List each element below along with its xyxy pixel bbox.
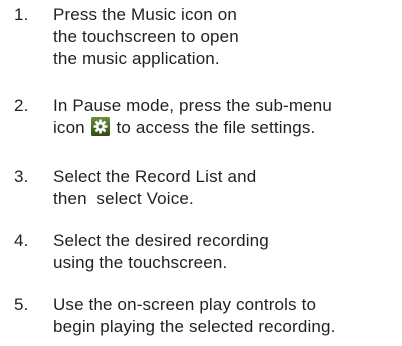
step-number: 5.	[14, 295, 29, 314]
step-text-line: Use the on-screen play controls to	[53, 295, 317, 314]
step-text-line: In Pause mode, press the sub-menu	[53, 96, 332, 115]
step-text-line: the touchscreen to open	[53, 27, 239, 46]
step-number: 4.	[14, 231, 29, 250]
step-text: Select the Record List and then select V…	[53, 166, 398, 210]
step-text-line-with-icon: icon to access the file settings.	[53, 117, 398, 139]
step-text: Use the on-screen play controls to begin…	[53, 294, 398, 338]
step-text-line: using the touchscreen.	[53, 253, 228, 272]
step-text-line: Select the desired recording	[53, 231, 269, 250]
settings-gear-icon	[90, 117, 110, 136]
step-number: 3.	[14, 167, 29, 186]
step-text-line: then select Voice.	[53, 189, 194, 208]
step-text: In Pause mode, press the sub-menu icon t…	[53, 95, 398, 139]
step-text-line: Select the Record List and	[53, 167, 257, 186]
step-text-line: Press the Music icon on	[53, 5, 237, 24]
step-number: 1.	[14, 5, 29, 24]
step-text: Press the Music icon on the touchscreen …	[53, 4, 398, 70]
step-text-line: the music application.	[53, 49, 220, 68]
step-text: Select the desired recording using the t…	[53, 230, 398, 274]
step-text-line: begin playing the selected recording.	[53, 317, 336, 336]
step-text-fragment: to access the file settings.	[116, 118, 316, 137]
step-number: 2.	[14, 96, 29, 115]
instruction-steps: 1. Press the Music icon on the touchscre…	[0, 0, 402, 346]
step-text-fragment: icon	[53, 118, 85, 137]
